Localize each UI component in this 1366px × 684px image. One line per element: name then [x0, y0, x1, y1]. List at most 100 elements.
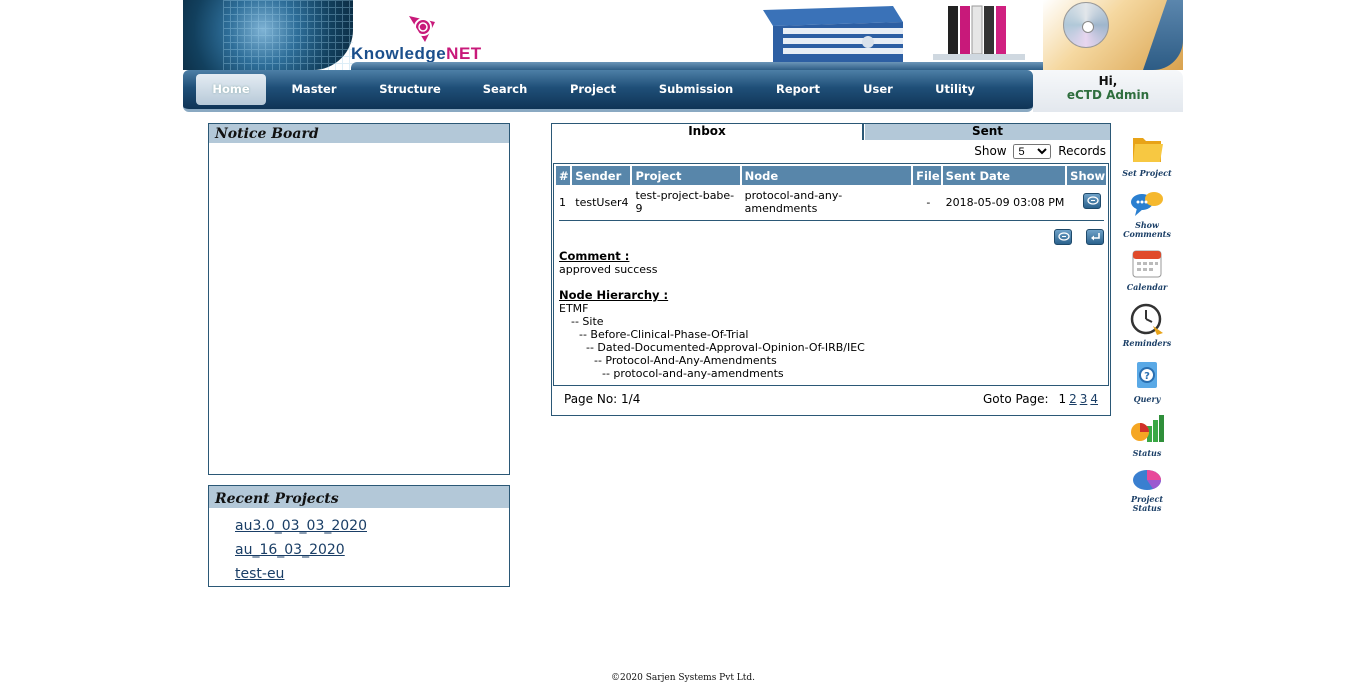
sidebar-label: Query — [1133, 394, 1161, 404]
nav-home[interactable]: Home — [196, 74, 266, 105]
colored-binders-image — [933, 5, 1025, 60]
sidebar-calendar[interactable]: Calendar — [1122, 246, 1172, 292]
calendar-icon — [1132, 250, 1162, 278]
return-arrow-icon — [1091, 233, 1100, 241]
col-header-show: Show — [1067, 166, 1106, 185]
show-label: Show — [974, 144, 1007, 158]
nav-master[interactable]: Master — [279, 74, 349, 105]
hierarchy-level: -- Protocol-And-Any-Amendments — [594, 354, 777, 367]
sidebar-label: Show Comments — [1123, 220, 1171, 239]
greeting-username: eCTD Admin — [1066, 88, 1150, 102]
globe-graphic — [183, 0, 353, 70]
logo-text-knowledge: Knowledge — [351, 44, 447, 63]
hierarchy-level: -- Site — [571, 315, 604, 328]
blue-binders-image — [763, 6, 903, 62]
sidebar-label: Status — [1132, 448, 1162, 458]
nav-utility[interactable]: Utility — [925, 74, 985, 105]
inbox-content: # Sender Project Node File Sent Date Sho… — [553, 163, 1109, 386]
col-header-sent-date: Sent Date — [942, 166, 1066, 185]
cell-num: 1 — [559, 195, 566, 209]
recent-projects-title: Recent Projects — [209, 486, 509, 508]
speech-bubble-icon — [1087, 196, 1099, 205]
row-divider — [559, 220, 1104, 221]
page-link[interactable]: 2 — [1069, 392, 1077, 406]
sidebar-project-status[interactable]: Project Status — [1122, 466, 1172, 513]
sidebar-status[interactable]: Status — [1122, 412, 1172, 458]
inbox-panel: Inbox Sent Show 5 Records # Sender Proje… — [551, 123, 1111, 416]
header-banner: KnowledgeNET — [183, 0, 1183, 70]
reply-comment-button[interactable] — [1054, 229, 1072, 245]
records-label: Records — [1058, 144, 1106, 158]
clock-icon — [1130, 303, 1163, 335]
hierarchy-level: -- Dated-Documented-Approval-Opinion-Of-… — [586, 341, 865, 354]
cell-show — [1067, 187, 1106, 217]
comment-text: approved success — [559, 263, 658, 276]
cd-disc-image — [1063, 2, 1109, 48]
hierarchy-heading: Node Hierarchy : — [559, 288, 669, 302]
folder-icon — [1133, 138, 1163, 162]
current-page: 1 — [1058, 392, 1067, 406]
col-header-node: Node — [741, 166, 912, 185]
query-icon: ? — [1137, 362, 1157, 388]
tab-sent[interactable]: Sent — [865, 124, 1110, 140]
sidebar-label: Calendar — [1126, 282, 1168, 292]
inbox-tabs: Inbox Sent — [552, 124, 1110, 140]
logo-swirl-icon — [409, 16, 435, 42]
records-per-page: Show 5 Records — [974, 144, 1106, 159]
sidebar-show-comments[interactable]: Show Comments — [1122, 190, 1172, 239]
hierarchy-level: -- Before-Clinical-Phase-Of-Trial — [579, 328, 749, 341]
comment-heading: Comment : — [559, 249, 630, 263]
cell-node: protocol-and-any-amendments — [744, 189, 843, 215]
recent-project-link[interactable]: au3.0_03_03_2020 — [235, 514, 509, 538]
page: KnowledgeNET Home Master Structure Searc… — [0, 0, 1366, 684]
nav-submission[interactable]: Submission — [651, 74, 741, 105]
greeting-hi: Hi, — [1098, 74, 1118, 88]
sidebar-label: Reminders — [1122, 338, 1172, 348]
nav-search[interactable]: Search — [471, 74, 539, 105]
sidebar-reminders[interactable]: Reminders — [1122, 302, 1172, 348]
cell-project: test-project-babe-9 — [635, 189, 735, 215]
logo-text-net: NET — [446, 44, 482, 63]
speech-bubble-icon — [1058, 232, 1070, 241]
goto-label: Goto Page: — [983, 392, 1049, 406]
notice-board-title: Notice Board — [209, 124, 509, 143]
nav-report[interactable]: Report — [763, 74, 833, 105]
sidebar-set-project[interactable]: Set Project — [1122, 132, 1172, 178]
status-chart-icon — [1131, 415, 1164, 442]
sidebar-label: Project Status — [1130, 494, 1164, 513]
notice-board-panel: Notice Board — [208, 123, 510, 475]
recent-projects-panel: Recent Projects au3.0_03_03_2020 au_16_0… — [208, 485, 510, 587]
message-detail: Comment : approved success Node Hierarch… — [559, 249, 865, 381]
logo-text[interactable]: KnowledgeNET — [351, 44, 482, 64]
col-header-num: # — [556, 166, 571, 185]
nav-user[interactable]: User — [851, 74, 905, 105]
tab-inbox[interactable]: Inbox — [552, 124, 864, 140]
page-link[interactable]: 4 — [1090, 392, 1098, 406]
col-header-project: Project — [632, 166, 740, 185]
nav-structure[interactable]: Structure — [370, 74, 450, 105]
cell-file: - — [926, 195, 931, 209]
back-button[interactable] — [1086, 229, 1104, 245]
nav-project[interactable]: Project — [557, 74, 629, 105]
inbox-table: # Sender Project Node File Sent Date Sho… — [554, 164, 1108, 219]
sidebar-query[interactable]: ? Query — [1122, 358, 1172, 404]
user-greeting: Hi, eCTD Admin — [1033, 70, 1183, 112]
col-header-sender: Sender — [572, 166, 631, 185]
records-select[interactable]: 5 — [1013, 144, 1052, 159]
copyright-footer: ©2020 Sarjen Systems Pvt Ltd. — [610, 673, 756, 683]
recent-project-link[interactable]: test-eu — [235, 562, 509, 586]
svg-text:?: ? — [1144, 371, 1150, 382]
recent-project-link[interactable]: au_16_03_2020 — [235, 538, 509, 562]
col-header-file: File — [913, 166, 941, 185]
hierarchy-level: ETMF — [559, 302, 589, 315]
page-link[interactable]: 3 — [1080, 392, 1088, 406]
show-comment-button[interactable] — [1083, 193, 1102, 209]
cell-sent-date: 2018-05-09 03:08 PM — [945, 195, 1065, 209]
sidebar-label: Set Project — [1122, 168, 1172, 178]
page-number: Page No: 1/4 — [564, 392, 641, 406]
pie-chart-icon — [1133, 470, 1161, 490]
cell-sender: testUser4 — [575, 195, 629, 209]
table-header-row: # Sender Project Node File Sent Date Sho… — [556, 166, 1106, 185]
main-nav: Home Master Structure Search Project Sub… — [183, 70, 1033, 112]
table-row[interactable]: 1 testUser4 test-project-babe-9 protocol… — [556, 187, 1106, 217]
